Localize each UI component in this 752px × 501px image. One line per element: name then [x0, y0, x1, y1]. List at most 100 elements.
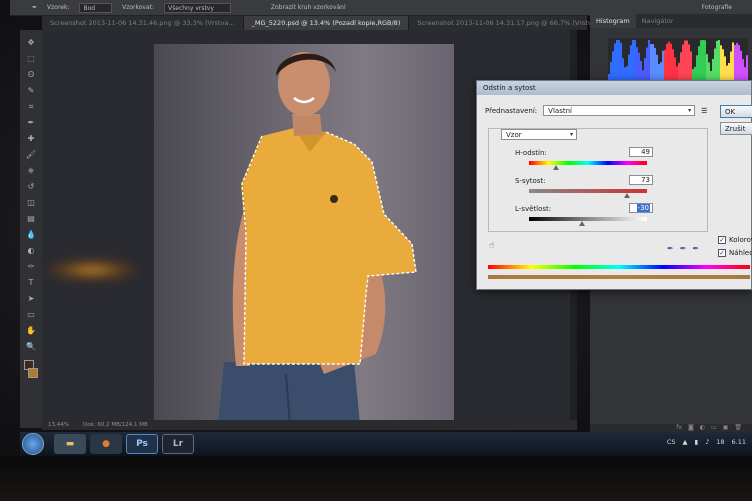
sample-layers-select[interactable]: Všechny vrstvy [164, 2, 231, 13]
system-tray: CS ▲ ▮ ♪ 18 6.11 [667, 438, 746, 446]
check-icon: ✓ [718, 249, 726, 257]
eyedropper-plus-icon[interactable]: ✒ [680, 244, 687, 253]
lightness-slider[interactable] [529, 217, 647, 221]
hue-saturation-dialog: Odstín a sytost Přednastavení: Vlastní ☰… [476, 80, 752, 290]
histogram-bar [640, 60, 642, 80]
language-indicator[interactable]: CS [667, 438, 676, 446]
histogram-bar [642, 70, 644, 80]
start-button[interactable] [22, 433, 44, 455]
crop-icon[interactable]: ⌗ [24, 100, 38, 113]
firefox-icon: ● [102, 439, 110, 449]
eraser-icon[interactable]: ◫ [24, 196, 38, 209]
histogram-bar [670, 43, 672, 80]
histogram-bar [674, 57, 676, 80]
photoshop-taskbar-button[interactable]: Ps [126, 434, 158, 454]
preset-options-icon[interactable]: ☰ [701, 107, 707, 115]
eyedropper-icon[interactable]: ✒ [24, 116, 38, 129]
preview-checkbox[interactable]: ✓ Náhled [718, 249, 752, 257]
background-color-swatch[interactable] [28, 368, 38, 378]
marquee-icon[interactable]: ⬚ [24, 52, 38, 65]
histogram-bar [634, 40, 636, 80]
lightness-field[interactable]: -30 [629, 203, 653, 213]
dialog-title: Odstín a sytost [477, 81, 751, 95]
monitor-frame-bottom [0, 456, 752, 501]
lightroom-taskbar-button[interactable]: Lr [162, 434, 194, 454]
firefox-taskbar-icon[interactable]: ● [90, 434, 122, 454]
network-icon[interactable]: ▮ [695, 438, 699, 446]
tab-screenshot-1[interactable]: Screenshot 2013-11-06 14.31.46.png @ 33,… [42, 16, 244, 30]
folder-icon: ▬ [65, 439, 75, 449]
clock-time[interactable]: 18 [716, 438, 724, 446]
history-brush-icon[interactable]: ↺ [24, 180, 38, 193]
hand-icon[interactable]: ✋ [24, 324, 38, 337]
histogram-bar [664, 49, 666, 80]
brush-icon[interactable]: 🖌 [24, 148, 38, 161]
histogram-bar [636, 47, 638, 80]
histogram-bar [732, 42, 734, 80]
hue-slider[interactable] [529, 161, 647, 165]
histogram-bar [740, 50, 742, 80]
color-swatches[interactable] [24, 360, 38, 378]
workspace-switcher[interactable]: Fotografie [702, 4, 732, 11]
pen-icon[interactable]: ✑ [24, 260, 38, 273]
clock-date[interactable]: 6.11 [732, 438, 746, 446]
hue-slider-knob[interactable] [553, 165, 559, 170]
saturation-field[interactable]: 73 [629, 175, 653, 185]
volume-icon[interactable]: ♪ [705, 438, 709, 446]
channel-select[interactable]: Vzor [501, 129, 577, 140]
healing-icon[interactable]: ✚ [24, 132, 38, 145]
adjustment-group: Vzor H-odstín: 49 S-sytost: 73 L-světlos… [488, 128, 708, 232]
path-select-icon[interactable]: ➤ [24, 292, 38, 305]
histogram-bar [658, 63, 660, 80]
photo-canvas[interactable] [154, 44, 454, 425]
quick-select-icon[interactable]: ✎ [24, 84, 38, 97]
histogram-bar [726, 65, 728, 80]
hue-field[interactable]: 49 [629, 147, 653, 157]
tab-mg-5220[interactable]: _MG_5220.psd @ 13.4% (Pozadí kopie,RGB/8… [243, 16, 410, 30]
shape-icon[interactable]: ▭ [24, 308, 38, 321]
preset-select[interactable]: Vlastní [543, 105, 696, 116]
histogram-bar [610, 61, 612, 80]
histogram-bar [746, 55, 748, 80]
explorer-taskbar-icon[interactable]: ▬ [54, 434, 86, 454]
tray-arrow-icon[interactable]: ▲ [683, 438, 688, 446]
blur-icon[interactable]: 💧 [24, 228, 38, 241]
histogram-bar [648, 40, 650, 80]
portrait-image [218, 52, 417, 425]
histogram-bar [666, 43, 668, 80]
eyedropper-minus-icon[interactable]: ✒ [692, 244, 699, 253]
type-icon[interactable]: T [24, 276, 38, 289]
colorize-checkbox[interactable]: ✓Kolorovat [718, 236, 752, 244]
zoom-level[interactable]: 13,44% [48, 422, 69, 428]
histogram-bar [728, 62, 730, 80]
tab-navigator[interactable]: Navigátor [636, 14, 680, 28]
show-ring-checkbox[interactable]: Zobrazit kruh vzorkování [271, 4, 346, 11]
zoom-icon[interactable]: 🔍 [24, 340, 38, 353]
eyedropper-icon[interactable]: ✒ [32, 4, 37, 11]
targeted-adjustment-icon[interactable]: ☝ [489, 241, 494, 251]
dodge-icon[interactable]: ◐ [24, 244, 38, 257]
histogram-bar [730, 51, 732, 80]
stamp-icon[interactable]: ⎈ [24, 164, 38, 177]
histogram-bar [628, 54, 630, 80]
histogram-bar [680, 52, 682, 80]
status-bar: 13,44% Dok: 60,2 MB/124,1 MB [42, 420, 577, 430]
histogram-bar [698, 46, 700, 80]
lightness-slider-knob[interactable] [579, 221, 585, 226]
gradient-icon[interactable]: ▤ [24, 212, 38, 225]
histogram-bar [712, 58, 714, 80]
preset-label: Přednastavení: [485, 106, 538, 115]
tab-histogram[interactable]: Histogram [590, 14, 636, 28]
ok-button[interactable]: OK [720, 105, 752, 118]
saturation-slider-knob[interactable] [624, 193, 630, 198]
histogram-bar [716, 40, 718, 80]
eyedropper-icon[interactable]: ✒ [667, 244, 674, 253]
lasso-icon[interactable]: ʘ [24, 68, 38, 81]
move-icon[interactable]: ✥ [24, 36, 38, 49]
tab-screenshot-2[interactable]: Screenshot 2013-11-06 14.31.17.png @ 66,… [409, 16, 611, 30]
histogram-bar [672, 49, 674, 80]
cancel-button[interactable]: Zrušit [720, 122, 752, 135]
histogram-graph [608, 38, 748, 80]
histogram-bar [626, 65, 628, 80]
sample-select[interactable]: Bod [79, 2, 113, 13]
